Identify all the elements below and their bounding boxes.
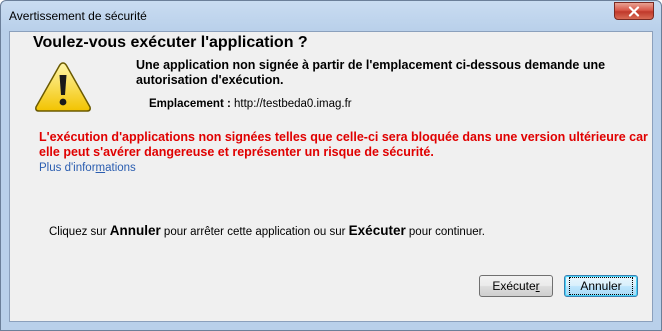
run-button[interactable]: Exécute r (479, 275, 553, 297)
dialog-description: Une application non signée à partir de l… (136, 58, 606, 87)
run-button-accel: r (535, 279, 540, 293)
more-info-text-b: ations (105, 162, 136, 174)
warning-triangle-icon (35, 62, 91, 112)
more-info-accel: m (95, 162, 106, 174)
close-button[interactable] (614, 2, 654, 20)
instruction-text: Cliquez sur Annuler pour arrêter cette a… (49, 223, 485, 238)
location-line: Emplacement : http://testbeda0.imag.fr (149, 98, 352, 110)
more-info-link[interactable]: Plus d'informations (39, 162, 136, 174)
instruction-part3: pour continuer. (405, 226, 485, 238)
instruction-part1: Cliquez sur (49, 226, 110, 238)
security-warning-text: L'exécution d'applications non signées t… (39, 130, 648, 159)
instruction-cancel-word: Annuler (109, 223, 161, 238)
dialog-heading: Voulez-vous exécuter l'application ? (33, 34, 308, 51)
close-icon (628, 5, 640, 17)
security-warning-window: Avertissement de sécurité Voulez-vous ex… (0, 0, 662, 331)
location-value: http://testbeda0.imag.fr (234, 98, 352, 110)
title-bar[interactable]: Avertissement de sécurité (1, 1, 661, 31)
run-button-label-a: Exécute (492, 279, 536, 293)
instruction-run-word: Exécuter (348, 223, 406, 238)
cancel-button[interactable]: Annuler (564, 275, 638, 297)
location-label: Emplacement : (149, 98, 231, 110)
window-title: Avertissement de sécurité (9, 9, 147, 23)
more-info-text-a: Plus d'infor (39, 162, 96, 174)
instruction-part2: pour arrêter cette application ou sur (160, 226, 349, 238)
cancel-button-label: Annuler (569, 277, 633, 295)
